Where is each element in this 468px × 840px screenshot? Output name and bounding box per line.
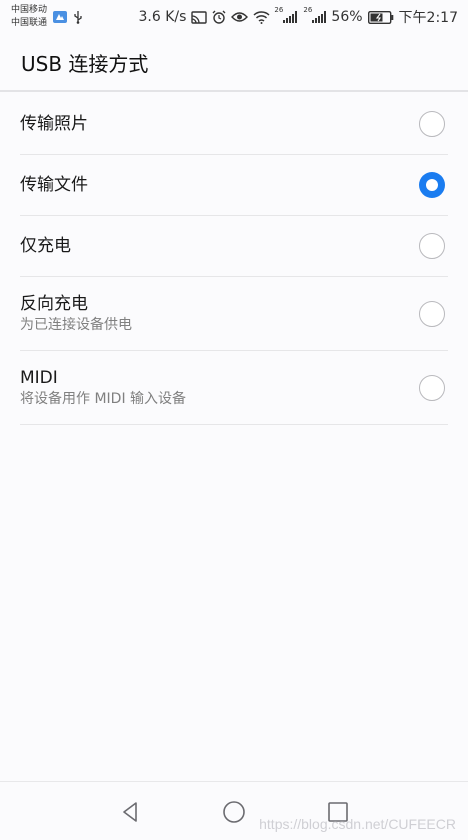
wifi-icon	[253, 10, 270, 24]
option-transfer-photos[interactable]: 传输照片	[20, 94, 448, 155]
option-label: 传输文件	[20, 175, 88, 195]
signal-icon: 26	[274, 6, 298, 23]
option-transfer-files[interactable]: 传输文件	[20, 155, 448, 216]
radio-button[interactable]	[419, 374, 445, 401]
home-icon[interactable]	[220, 798, 248, 826]
cast-icon	[191, 10, 208, 24]
battery-percent: 56%	[331, 9, 363, 25]
alarm-icon	[212, 10, 226, 24]
radio-button[interactable]	[419, 300, 445, 327]
battery-icon	[367, 10, 394, 24]
eye-icon	[231, 11, 249, 23]
option-midi[interactable]: MIDI 将设备用作 MIDI 输入设备	[20, 351, 448, 425]
option-charge-only[interactable]: 仅充电	[20, 216, 448, 277]
option-description: 将设备用作 MIDI 输入设备	[20, 390, 187, 407]
option-label: 反向充电	[20, 293, 88, 314]
radio-button[interactable]	[419, 233, 445, 259]
network-speed: 3.6 K/s	[138, 9, 187, 25]
signal-2-tag: 26	[303, 6, 313, 14]
status-bar: 中国移动 中国联通 3.6 K/s 26 26 56% 下午2:17	[0, 0, 468, 34]
screen: 中国移动 中国联通 3.6 K/s 26 26 56% 下午2:17 USB 连…	[0, 0, 468, 840]
option-reverse-charge[interactable]: 反向充电 为已连接设备供电	[20, 277, 448, 351]
option-label: 仅充电	[20, 236, 71, 256]
watermark-text: https://blog.csdn.net/CUFEECR	[259, 816, 456, 832]
usb-mode-list: 传输照片 传输文件 仅充电 反向充电 为已连接设备供电 MIDI 将设备用作 M…	[0, 94, 468, 425]
carrier-2-label: 中国联通	[11, 18, 48, 28]
signal-1-tag: 26	[274, 6, 284, 14]
option-description: 为已连接设备供电	[20, 316, 132, 333]
title-bar: USB 连接方式	[0, 34, 468, 92]
radio-button-selected[interactable]	[419, 172, 445, 198]
navigation-bar: https://blog.csdn.net/CUFEECR	[0, 781, 468, 840]
status-right: 3.6 K/s 26 26 56% 下午2:17	[138, 6, 458, 27]
clock: 下午2:17	[398, 10, 458, 26]
carrier-1-label: 中国移动	[11, 5, 48, 15]
page-title: USB 连接方式	[21, 51, 149, 76]
usb-icon	[73, 10, 83, 24]
status-left: 中国移动 中国联通	[11, 4, 83, 30]
app-notification-icon	[53, 11, 68, 23]
signal-icon: 26	[303, 6, 327, 23]
carrier-labels: 中国移动 中国联通	[11, 4, 47, 30]
option-label: 传输照片	[20, 114, 88, 134]
option-label: MIDI	[20, 367, 58, 388]
radio-button[interactable]	[419, 111, 445, 137]
back-icon[interactable]	[116, 798, 144, 826]
